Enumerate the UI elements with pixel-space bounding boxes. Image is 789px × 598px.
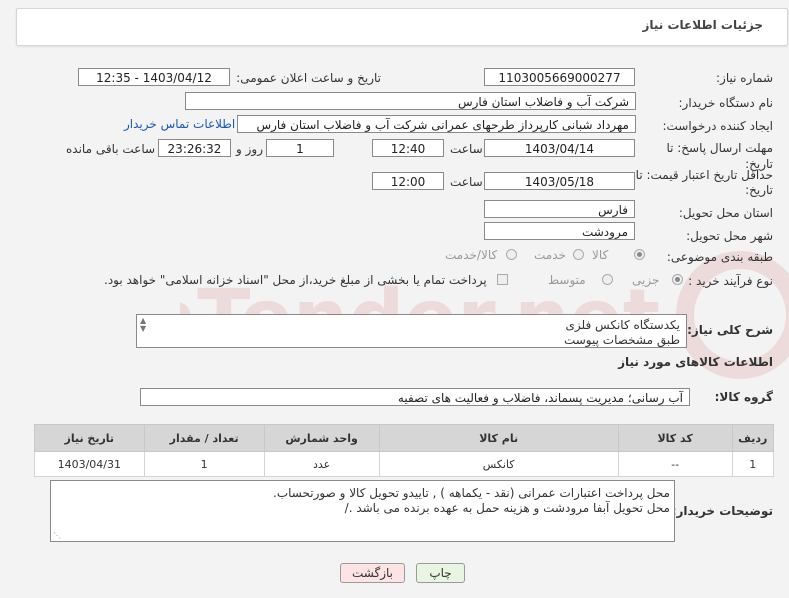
col-code: کد کالا xyxy=(617,424,733,452)
validity-label: حداقل تاریخ اعتبار قیمت: تا xyxy=(635,168,773,182)
goods-group-label: گروه کالا: xyxy=(714,390,773,404)
cell-unit: عدد xyxy=(263,451,380,477)
buyer-notes-textarea[interactable]: محل پرداخت اعتبارات عمرانی (نقد - یکماهه… xyxy=(50,480,675,542)
category-label: طبقه بندی موضوعی: xyxy=(666,250,773,264)
validity-date-field[interactable]: 1403/05/18 xyxy=(484,172,635,190)
creator-field[interactable]: مهرداد شبانی کارپرداز طرحهای عمرانی شرکت… xyxy=(237,115,636,133)
process-option-medium: متوسط xyxy=(548,273,586,287)
province-label: استان محل تحویل: xyxy=(678,206,773,220)
process-option-minor: جزیی xyxy=(632,273,660,287)
col-date: تاریخ نیاز xyxy=(34,424,145,452)
buyer-notes-line-2: محل تحویل آبفا مرودشت و هزینه حمل به عهد… xyxy=(344,501,670,515)
page-title: جزئیات اطلاعات نیاز xyxy=(642,18,763,32)
cell-row: 1 xyxy=(731,451,775,477)
category-option-goods: کالا xyxy=(592,248,609,262)
days-label: روز و xyxy=(236,142,263,156)
goods-section-title: اطلاعات کالاهای مورد نیاز xyxy=(618,355,773,369)
announce-label: تاریخ و ساعت اعلان عمومی: xyxy=(236,71,381,85)
need-number-label: شماره نیاز: xyxy=(716,71,773,85)
remaining-time-field[interactable]: 23:26:32 xyxy=(158,139,231,157)
category-option-both: کالا/خدمت xyxy=(445,248,498,262)
validity-label-date: تاریخ: xyxy=(745,183,773,197)
category-radio-both[interactable] xyxy=(506,249,517,260)
buyer-notes-label: توضیحات خریدار: xyxy=(671,504,773,518)
category-option-service: خدمت xyxy=(534,248,566,262)
deadline-time-field[interactable]: 12:40 xyxy=(372,139,444,157)
announce-field[interactable]: 1403/04/12 - 12:35 xyxy=(78,68,230,86)
goods-group-field[interactable]: آب رسانی؛ مدیریت پسماند، فاضلاب و فعالیت… xyxy=(140,388,690,406)
deadline-label: مهلت ارسال پاسخ: تا xyxy=(666,141,773,155)
cell-qty: 1 xyxy=(143,451,265,477)
category-radio-service[interactable] xyxy=(573,249,584,260)
cell-code: -- xyxy=(617,451,733,477)
table-row[interactable]: 1 -- کانکس عدد 1 1403/04/31 xyxy=(34,451,775,477)
resize-grip-icon[interactable]: ⋰ xyxy=(53,531,61,540)
col-qty: تعداد / مقدار xyxy=(143,424,265,452)
deadline-date-field[interactable]: 1403/04/14 xyxy=(484,139,635,157)
cell-name: کانکس xyxy=(378,451,619,477)
category-radio-goods[interactable] xyxy=(634,249,645,260)
description-line-1: یکدستگاه کانکس فلزی xyxy=(565,318,681,332)
buyer-org-field[interactable]: شرکت آب و فاضلاب استان فارس xyxy=(185,92,636,110)
process-label: نوع فرآیند خرید : xyxy=(688,274,773,288)
days-field[interactable]: 1 xyxy=(266,139,334,157)
process-radio-minor[interactable] xyxy=(672,274,683,285)
col-row: ردیف xyxy=(731,424,775,452)
description-label: شرح کلی نیاز: xyxy=(687,323,773,337)
validity-time-field[interactable]: 12:00 xyxy=(372,172,444,190)
contact-buyer-link[interactable]: اطلاعات تماس خریدار xyxy=(124,117,235,131)
col-name: نام کالا xyxy=(378,424,619,452)
back-button[interactable]: بازگشت xyxy=(340,563,405,583)
province-field[interactable]: فارس xyxy=(484,200,635,218)
process-radio-medium[interactable] xyxy=(602,274,613,285)
cell-date: 1403/04/31 xyxy=(34,451,145,477)
city-label: شهر محل تحویل: xyxy=(686,229,773,243)
treasury-payment-note: پرداخت تمام یا بخشی از مبلغ خرید،از محل … xyxy=(104,273,487,287)
remaining-label: ساعت باقی مانده xyxy=(66,142,156,156)
treasury-payment-checkbox[interactable] xyxy=(497,274,508,285)
need-number-field[interactable]: 1103005669000277 xyxy=(484,68,635,86)
col-unit: واحد شمارش xyxy=(263,424,380,452)
description-textarea[interactable]: یکدستگاه کانکس فلزی طبق مشخصات پیوست ▲ ▼ xyxy=(136,314,687,348)
creator-label: ایجاد کننده درخواست: xyxy=(662,119,773,133)
buyer-notes-line-1: محل پرداخت اعتبارات عمرانی (نقد - یکماهه… xyxy=(273,486,670,500)
description-line-2: طبق مشخصات پیوست xyxy=(563,333,680,347)
city-field[interactable]: مرودشت xyxy=(484,222,635,240)
scroll-arrows-icon[interactable]: ▲ ▼ xyxy=(140,317,146,333)
deadline-time-label: ساعت xyxy=(450,142,483,156)
goods-table: ردیف کد کالا نام کالا واحد شمارش تعداد /… xyxy=(34,424,775,477)
buyer-org-label: نام دستگاه خریدار: xyxy=(678,96,774,110)
validity-time-label: ساعت xyxy=(450,175,483,189)
print-button[interactable]: چاپ xyxy=(416,563,465,583)
